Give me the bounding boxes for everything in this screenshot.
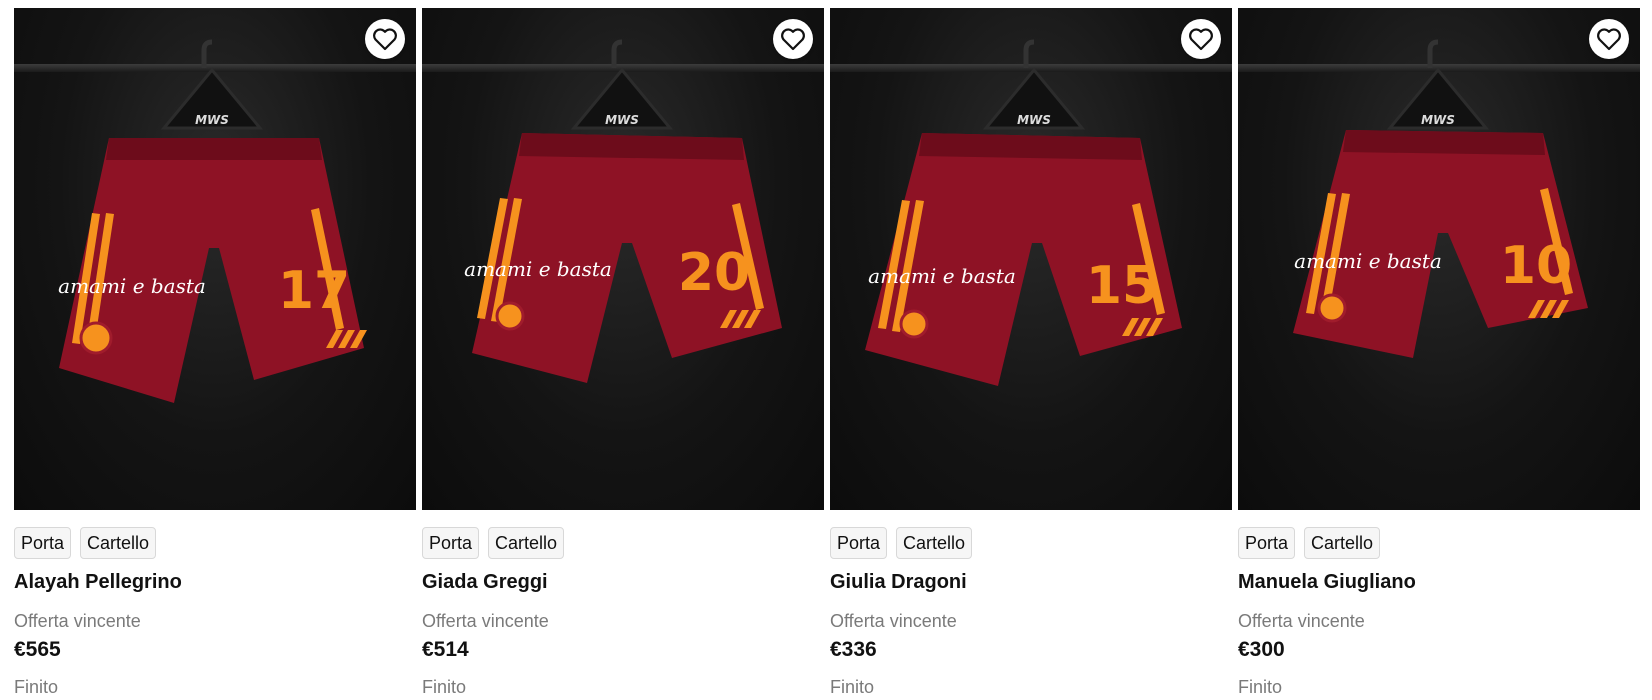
tag-cartello: Cartello (488, 527, 565, 559)
shorts-waistband (1343, 130, 1545, 155)
price: €300 (1238, 638, 1285, 661)
sponsor-text: amami e basta (58, 274, 206, 298)
bid-label: Offerta vincente (422, 611, 549, 631)
price: €565 (14, 638, 61, 661)
hanger-text: MWS (605, 113, 639, 127)
shorts-number: 20 (678, 243, 750, 303)
bid-label: Offerta vincente (14, 611, 141, 631)
tag-cartello: Cartello (1304, 527, 1381, 559)
hanger-hook (201, 39, 213, 68)
hanger-hook (611, 39, 623, 68)
heart-icon (373, 28, 397, 51)
sponsor-text: amami e basta (464, 257, 612, 281)
heart-icon (1597, 28, 1621, 51)
crest-icon (899, 309, 929, 339)
tag-porta: Porta (14, 527, 72, 559)
heart-icon (1189, 28, 1213, 51)
product-image[interactable]: MWS 15 amami e basta (830, 8, 1232, 510)
shorts-waistband (106, 138, 322, 160)
status: Finito (830, 677, 875, 697)
bid-label: Offerta vincente (830, 611, 957, 631)
shorts-number: 10 (1500, 236, 1572, 296)
shorts-number: 15 (1086, 256, 1158, 316)
status: Finito (422, 677, 467, 697)
crest-icon (79, 321, 113, 355)
product-card[interactable]: MWS 15 amami e basta Porta Cartello Giul (830, 8, 1232, 698)
tag-porta: Porta (830, 527, 888, 559)
tag-porta: Porta (422, 527, 480, 559)
hanger-text: MWS (1421, 113, 1455, 127)
product-image[interactable]: MWS 20 amami e basta (422, 8, 824, 510)
product-name[interactable]: Giada Greggi (422, 571, 824, 594)
product-name[interactable]: Giulia Dragoni (830, 571, 1232, 594)
bid-label: Offerta vincente (1238, 611, 1365, 631)
product-grid: MWS 17 amami e basta Porta Cartello Alay (14, 8, 1640, 698)
favorite-button[interactable] (773, 19, 813, 59)
shorts-illustration: MWS 10 amami e basta (1293, 39, 1588, 358)
product-image[interactable]: MWS 10 amami e basta (1238, 8, 1640, 510)
tag-list: Porta Cartello (830, 527, 1232, 559)
tag-cartello: Cartello (896, 527, 973, 559)
shorts-waistband (919, 133, 1142, 160)
hanger-text: MWS (1017, 113, 1051, 127)
tag-list: Porta Cartello (14, 527, 416, 559)
tag-porta: Porta (1238, 527, 1296, 559)
crest-icon (495, 301, 525, 331)
favorite-button[interactable] (1589, 19, 1629, 59)
hanger-hook (1427, 39, 1439, 68)
product-image[interactable]: MWS 17 amami e basta (14, 8, 416, 510)
sponsor-text: amami e basta (1294, 249, 1442, 273)
product-card[interactable]: MWS 10 amami e basta Porta Cartello Manu (1238, 8, 1640, 698)
tag-cartello: Cartello (80, 527, 157, 559)
hanger-text: MWS (195, 113, 229, 127)
heart-icon (781, 28, 805, 51)
price: €336 (830, 638, 877, 661)
tag-list: Porta Cartello (1238, 527, 1640, 559)
product-name[interactable]: Manuela Giugliano (1238, 571, 1640, 594)
shorts-illustration: MWS 17 amami e basta (58, 39, 367, 403)
sponsor-text: amami e basta (868, 264, 1016, 288)
shorts-illustration: MWS 20 amami e basta (464, 39, 782, 383)
tag-list: Porta Cartello (422, 527, 824, 559)
favorite-button[interactable] (365, 19, 405, 59)
shorts-waistband (519, 133, 744, 160)
product-card[interactable]: MWS 20 amami e basta Porta Cartello Giad (422, 8, 824, 698)
hanger-hook (1023, 39, 1035, 68)
price: €514 (422, 638, 469, 661)
favorite-button[interactable] (1181, 19, 1221, 59)
status: Finito (14, 677, 59, 697)
product-name[interactable]: Alayah Pellegrino (14, 571, 416, 594)
shorts-illustration: MWS 15 amami e basta (865, 39, 1182, 386)
product-card[interactable]: MWS 17 amami e basta Porta Cartello Alay (14, 8, 416, 698)
crest-icon (1317, 293, 1347, 323)
shorts-number: 17 (278, 261, 350, 321)
status: Finito (1238, 677, 1283, 697)
